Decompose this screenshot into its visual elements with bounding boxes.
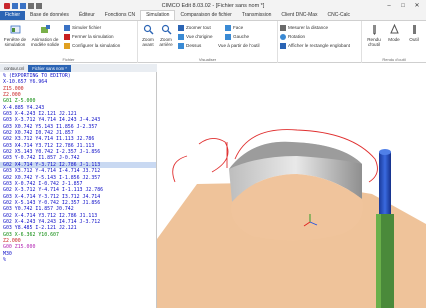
- close-sim-icon: [64, 33, 70, 40]
- tab-simulation[interactable]: Simulation: [140, 10, 176, 20]
- tab-comparaison[interactable]: Comparaison de fichier: [175, 11, 236, 20]
- group-label-fichier: Fichier: [62, 57, 75, 62]
- animation-icon: [40, 25, 50, 33]
- zoom-all-button[interactable]: Zoomer tout: [178, 24, 211, 31]
- outils-icon: [412, 25, 416, 34]
- tab-contour-file[interactable]: contour.cnl: [0, 65, 28, 72]
- zoom-out-icon: [161, 24, 171, 35]
- tab-editeur[interactable]: Éditeur: [74, 11, 100, 20]
- origin-view-button[interactable]: Vue d'origine: [178, 33, 213, 40]
- tab-cnc-calc[interactable]: CNC-Calc: [323, 11, 356, 20]
- top-view-icon: [178, 42, 184, 49]
- animation-button[interactable]: Animation de modèle solide: [30, 24, 60, 47]
- origin-view-icon: [178, 33, 184, 40]
- ruler-icon: [280, 24, 286, 31]
- measure-distance-button[interactable]: Mesurer la distance: [280, 24, 328, 31]
- tool-tip: [379, 149, 391, 155]
- simulate-file-button[interactable]: Simuler fichier: [64, 24, 101, 31]
- tab-untitled-file[interactable]: Fichier sans nom *: [28, 65, 71, 72]
- window-title: CIMCO Edit 8.03.02 - [Fichier sans nom *…: [161, 3, 265, 9]
- zoom-in-button[interactable]: Zoom avant: [140, 24, 156, 47]
- simulation-window-button[interactable]: Fenêtre de simulation: [2, 24, 28, 47]
- ribbon: Fenêtre de simulation Animation de modèl…: [0, 21, 426, 63]
- zoom-out-button[interactable]: Zoom arrière: [157, 24, 175, 47]
- ribbon-tabs: Fichier Base de données Éditeur Fonction…: [0, 10, 426, 21]
- mode-button[interactable]: Mode: [384, 24, 404, 42]
- configure-simulation-button[interactable]: Configurer la simulation: [64, 42, 120, 49]
- group-fichier: Fenêtre de simulation Animation de modèl…: [0, 21, 138, 63]
- tool-holder-highlight: [376, 214, 381, 308]
- config-icon: [64, 42, 70, 49]
- tool-view-button[interactable]: Vue à partir de l'outil: [218, 42, 260, 49]
- group-label-rendu: Rendu d'outil: [382, 57, 406, 62]
- top-view-button[interactable]: Dessus: [178, 42, 201, 49]
- simulation-window-icon: [10, 25, 20, 34]
- zoom-in-icon: [143, 24, 153, 35]
- face-view-button[interactable]: Face: [225, 24, 243, 31]
- tool-render-icon: [372, 25, 376, 35]
- group-mesure: Mesurer la distance Rotation Afficher le…: [278, 21, 362, 63]
- tab-fonctions-cn[interactable]: Fonctions CN: [100, 11, 140, 20]
- left-view-button[interactable]: Gauche: [225, 33, 249, 40]
- simulation-viewport[interactable]: [157, 64, 426, 308]
- group-rendu: Rendu d'outil Mode Outil Rendu d'outil: [362, 21, 426, 63]
- simulate-icon: [64, 24, 70, 31]
- group-visualiser: Zoom avant Zoom arrière Zoomer tout Vue …: [138, 21, 278, 63]
- close-button[interactable]: ✕: [410, 0, 424, 12]
- editor-tabs: contour.cnl Fichier sans nom *: [0, 64, 157, 72]
- tool-render-button[interactable]: Rendu d'outil: [364, 24, 384, 47]
- close-simulation-button[interactable]: Fermer la simulation: [64, 33, 114, 40]
- mode-icon: [389, 24, 399, 34]
- tab-fichier[interactable]: Fichier: [0, 11, 26, 20]
- tab-dnc-max[interactable]: Client DNC-Max: [276, 11, 322, 20]
- group-label-visualiser: Visualiser: [198, 57, 217, 62]
- zoom-all-icon: [178, 24, 184, 31]
- maximize-button[interactable]: □: [396, 0, 410, 12]
- tab-transmission[interactable]: Transmission: [237, 11, 277, 20]
- rotation-icon: [280, 33, 286, 40]
- rotation-button[interactable]: Rotation: [280, 33, 305, 40]
- code-line[interactable]: %: [0, 257, 156, 263]
- left-view-icon: [225, 33, 231, 40]
- simulation-canvas[interactable]: [157, 64, 426, 308]
- code-editor[interactable]: % (EXPORTING TO EDITOR) X-10.657 Y6.964 Z1…: [0, 72, 157, 308]
- face-view-icon: [225, 24, 231, 31]
- minimize-button[interactable]: –: [382, 0, 396, 12]
- bounding-box-icon: [280, 42, 286, 49]
- bounding-box-button[interactable]: Afficher le rectangle englobant: [280, 42, 350, 49]
- outils-button[interactable]: Outil: [404, 24, 424, 42]
- tab-base-de-donnees[interactable]: Base de données: [25, 11, 74, 20]
